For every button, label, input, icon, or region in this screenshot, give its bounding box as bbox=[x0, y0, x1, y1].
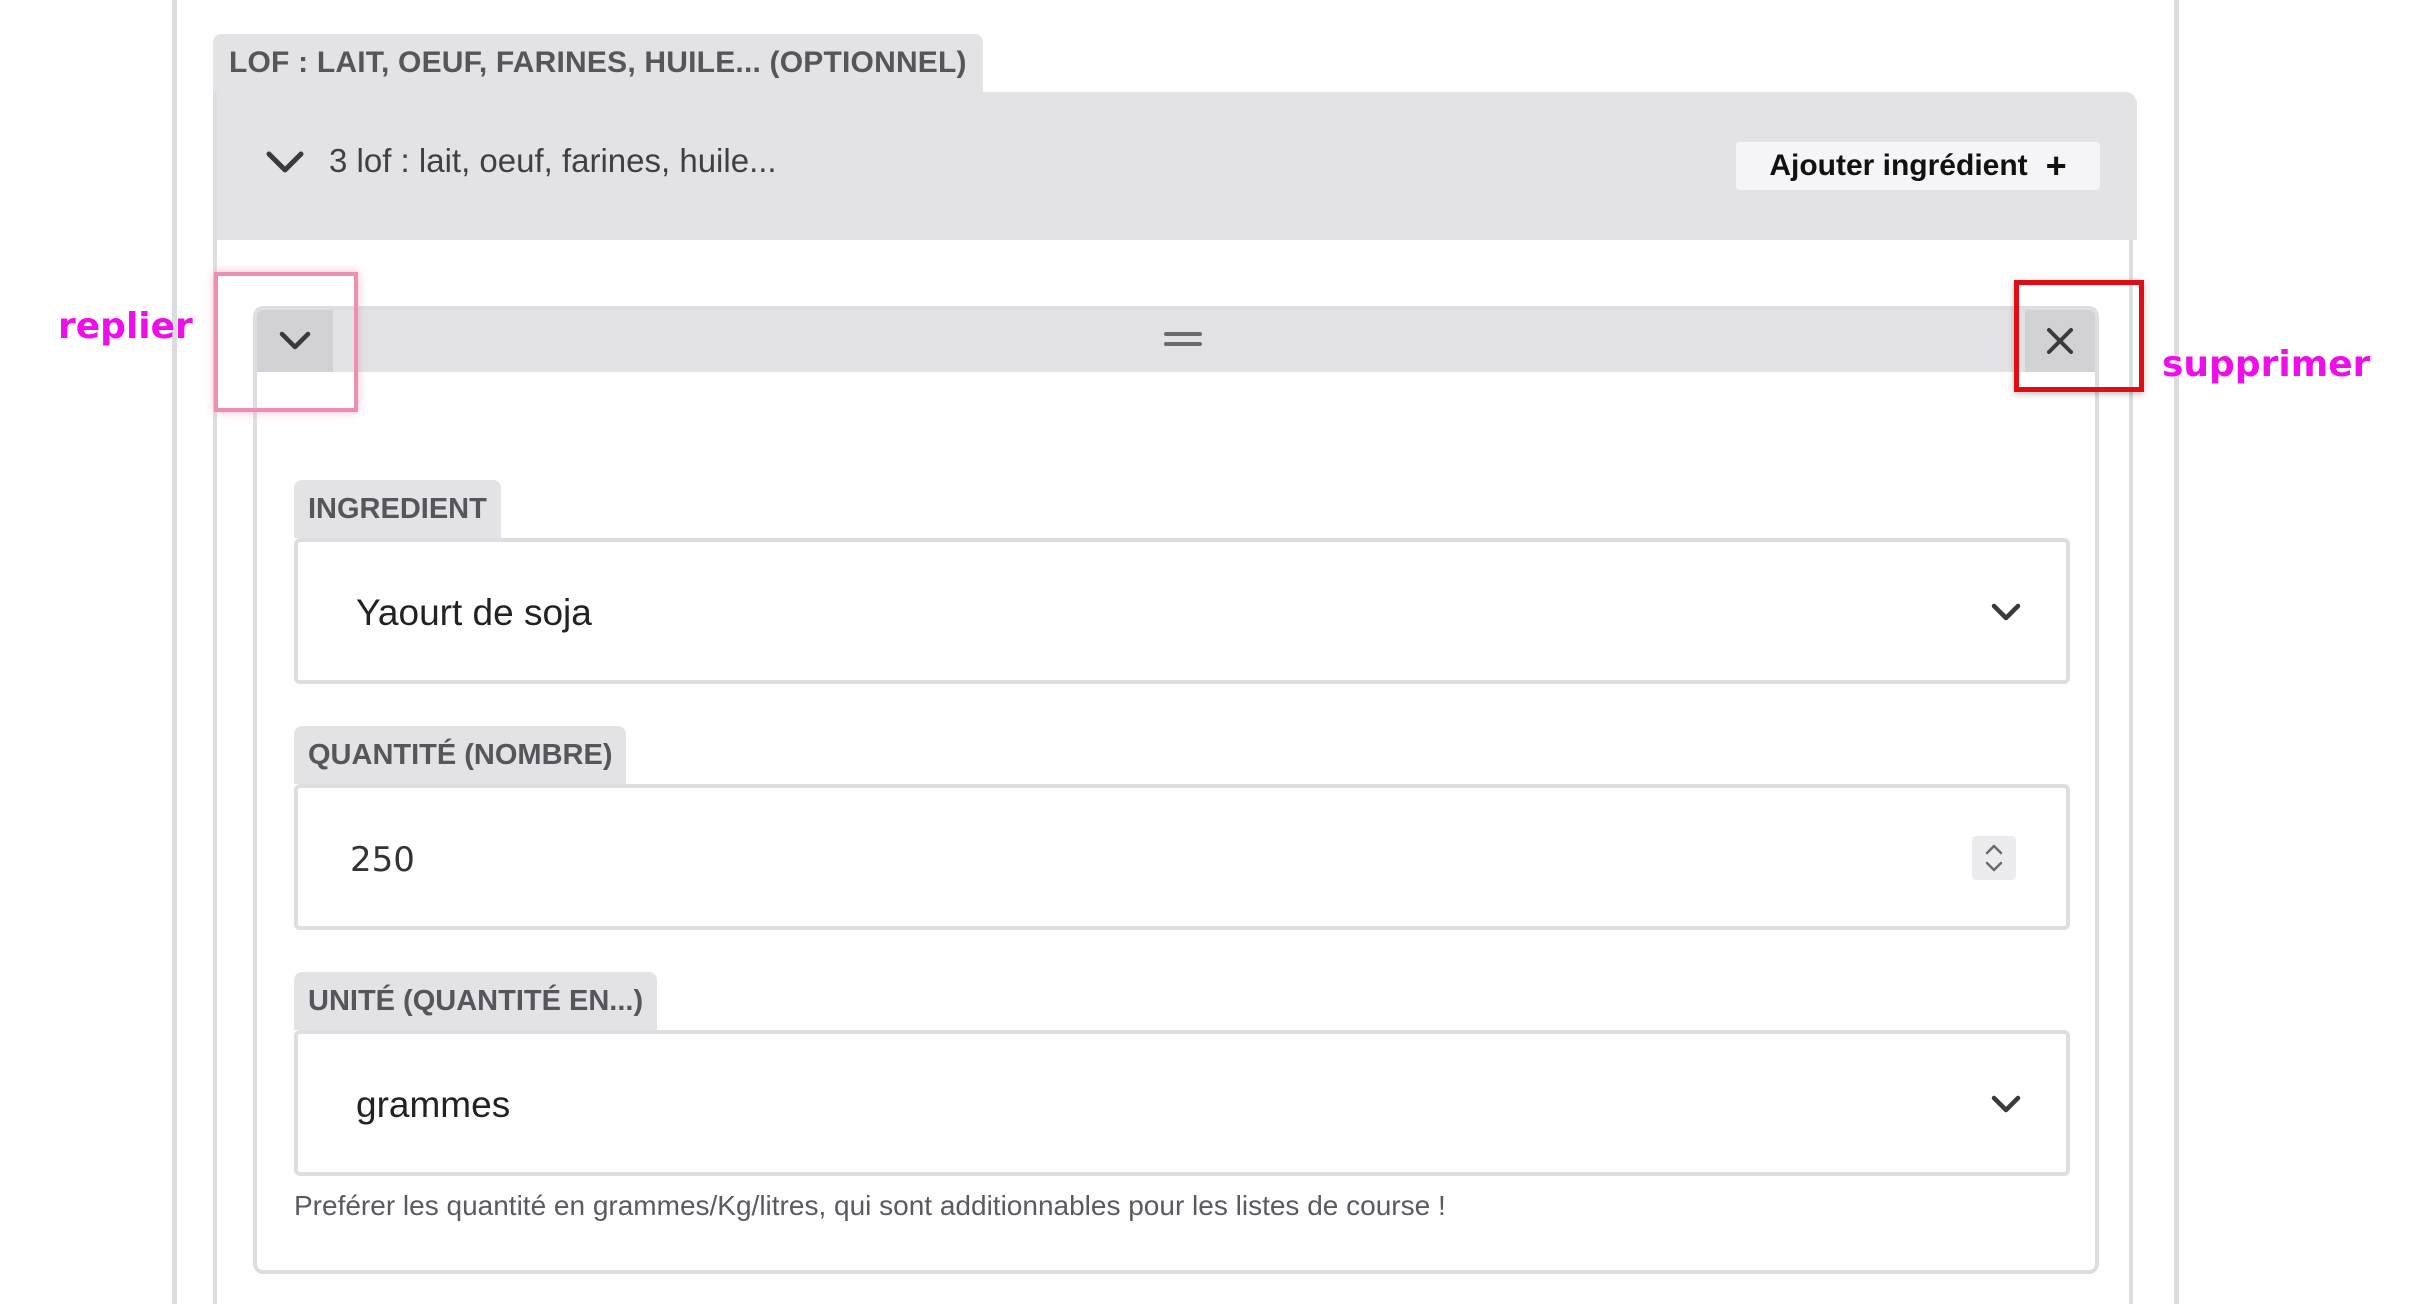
item-toolbar bbox=[257, 310, 2095, 372]
page-border-right bbox=[2174, 0, 2179, 1304]
page: LOF : LAIT, OEUF, FARINES, HUILE... (OPT… bbox=[0, 0, 2424, 1304]
annotation-collapse-label: replier bbox=[58, 306, 193, 347]
stepper-arrows-icon bbox=[1985, 844, 2003, 872]
ingredient-value: Yaourt de soja bbox=[356, 592, 592, 633]
drag-handle-icon[interactable] bbox=[1163, 326, 1203, 352]
unit-select[interactable]: grammes bbox=[294, 1030, 2070, 1176]
add-ingredient-label: Ajouter ingrédient bbox=[1769, 149, 2028, 182]
quantity-label: QUANTITÉ (NOMBRE) bbox=[294, 726, 627, 784]
ingredient-label: INGREDIENT bbox=[294, 480, 501, 538]
chevron-down-icon bbox=[1991, 1095, 2021, 1113]
quantity-input[interactable]: 250 bbox=[294, 784, 2070, 930]
chevron-down-icon[interactable] bbox=[265, 148, 305, 178]
section-tab-label: LOF : LAIT, OEUF, FARINES, HUILE... (OPT… bbox=[213, 34, 983, 92]
quantity-stepper[interactable] bbox=[1972, 836, 2016, 880]
unit-label: UNITÉ (QUANTITÉ EN...) bbox=[294, 972, 658, 1030]
group-header[interactable]: 3 lof : lait, oeuf, farines, huile... Aj… bbox=[217, 92, 2137, 240]
unit-help-text: Preférer les quantité en grammes/Kg/litr… bbox=[294, 1190, 1446, 1221]
annotation-delete-box bbox=[2014, 280, 2144, 392]
add-ingredient-button[interactable]: Ajouter ingrédient + bbox=[1736, 142, 2100, 190]
quantity-value: 250 bbox=[350, 840, 415, 880]
page-border-left bbox=[172, 0, 177, 1304]
group-title: 3 lof : lait, oeuf, farines, huile... bbox=[329, 142, 777, 179]
chevron-down-icon bbox=[1991, 603, 2021, 621]
unit-value: grammes bbox=[356, 1084, 511, 1125]
ingredient-select[interactable]: Yaourt de soja bbox=[294, 538, 2070, 684]
annotation-collapse-box bbox=[214, 272, 358, 412]
annotation-delete-label: supprimer bbox=[2162, 344, 2371, 385]
plus-icon: + bbox=[2045, 145, 2067, 186]
